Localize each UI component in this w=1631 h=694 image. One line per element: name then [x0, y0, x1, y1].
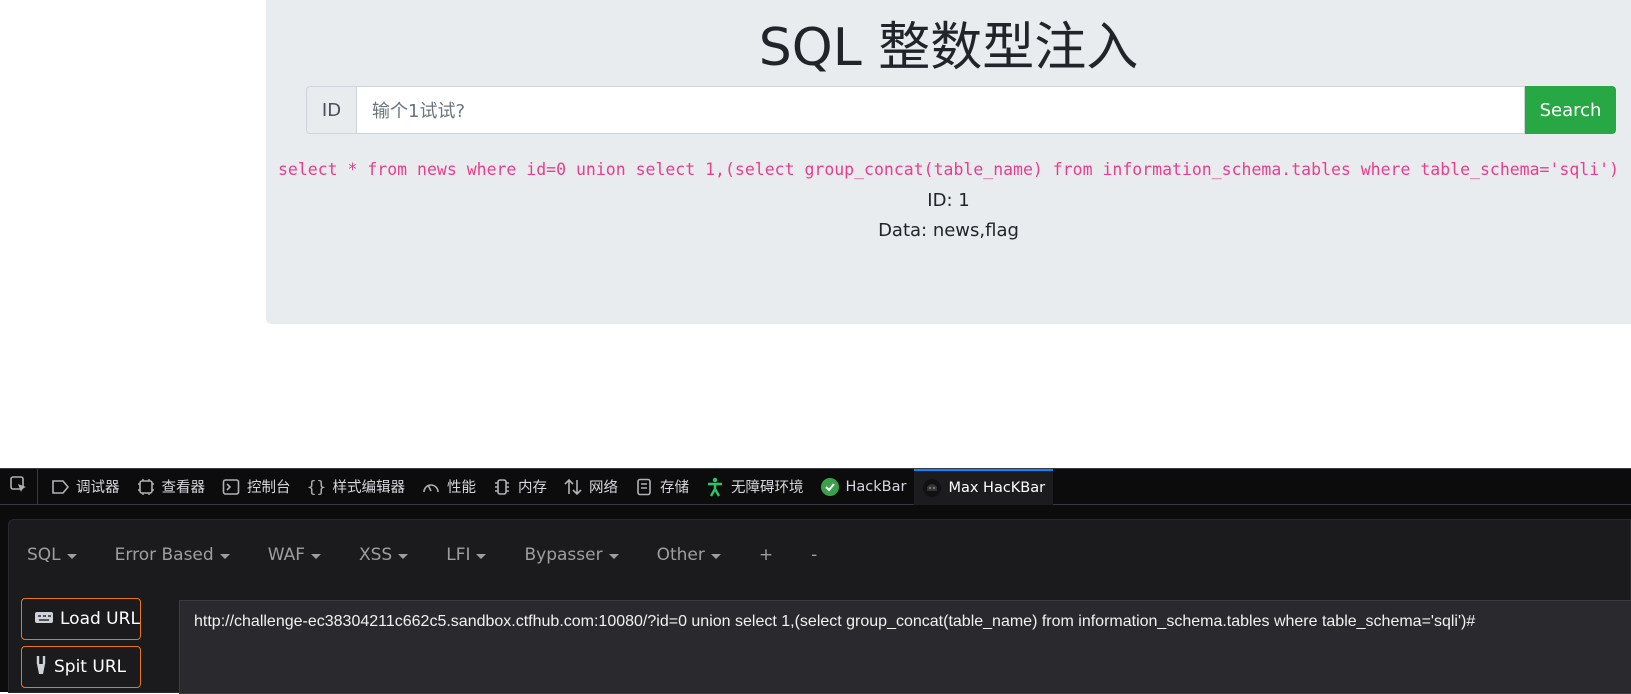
tab-accessibility[interactable]: 无障碍环境 — [697, 469, 812, 505]
hackbar-icon — [820, 477, 840, 497]
menu-sql[interactable]: SQL — [27, 545, 77, 565]
menu-minus[interactable]: - — [811, 545, 817, 565]
tab-label: 内存 — [518, 480, 547, 496]
tab-label: 调试器 — [76, 480, 120, 496]
menu-bypasser[interactable]: Bypasser — [524, 545, 619, 565]
chevron-down-icon — [710, 553, 721, 559]
menu-waf[interactable]: WAF — [268, 545, 321, 565]
tab-label: 性能 — [447, 480, 476, 496]
performance-icon — [421, 477, 441, 497]
tab-network[interactable]: 网络 — [555, 469, 626, 505]
tab-label: 控制台 — [247, 480, 291, 496]
tab-inspector[interactable]: 查看器 — [128, 469, 214, 505]
search-button[interactable]: Search — [1525, 86, 1616, 134]
console-icon — [221, 477, 241, 497]
tab-memory[interactable]: 内存 — [484, 469, 555, 505]
element-picker-button[interactable] — [0, 468, 38, 505]
network-icon — [563, 477, 583, 497]
search-input-group: ID 输个1试试? Search — [306, 86, 1616, 134]
load-url-label: Load URL — [60, 609, 140, 629]
hackbar-panel: SQL Error Based WAF XSS LFI Bypasser Oth… — [8, 519, 1631, 694]
split-url-label: Spit URL — [54, 657, 127, 677]
devtools-tab-bar: 调试器 查看器 控制台 {} 样式编辑器 性能 内存 网络 存储 无障碍环境 H… — [0, 468, 1631, 505]
id-input[interactable]: 输个1试试? — [356, 86, 1525, 134]
chevron-down-icon — [310, 553, 321, 559]
page-title: SQL 整数型注入 — [758, 18, 1139, 78]
tab-style-editor[interactable]: {} 样式编辑器 — [299, 469, 414, 505]
tab-debugger[interactable]: 调试器 — [42, 469, 128, 505]
chevron-down-icon — [476, 553, 487, 559]
tab-hackbar[interactable]: HackBar — [812, 469, 915, 505]
menu-error-based[interactable]: Error Based — [115, 545, 230, 565]
debugger-icon — [50, 477, 70, 497]
menu-xss[interactable]: XSS — [359, 545, 409, 565]
tab-label: Max HacKBar — [948, 479, 1046, 496]
chevron-down-icon — [219, 553, 230, 559]
tab-label: 样式编辑器 — [332, 480, 406, 496]
memory-icon — [492, 477, 512, 497]
storage-icon — [634, 477, 654, 497]
style-editor-icon: {} — [306, 477, 327, 496]
tab-console[interactable]: 控制台 — [213, 469, 299, 505]
tab-label: 存储 — [660, 480, 689, 496]
accessibility-icon — [705, 477, 725, 497]
id-prefix-label: ID — [306, 86, 356, 134]
web-page: SQL 整数型注入 ID 输个1试试? Search select * from… — [0, 0, 1631, 468]
jumbotron: SQL 整数型注入 ID 输个1试试? Search select * from… — [266, 0, 1631, 324]
chevron-down-icon — [398, 553, 409, 559]
hackbar-menu: SQL Error Based WAF XSS LFI Bypasser Oth… — [9, 520, 1630, 590]
url-textarea[interactable]: http://challenge-ec38304211c662c5.sandbo… — [179, 600, 1631, 694]
load-url-button[interactable]: Load URL — [21, 598, 141, 640]
tab-performance[interactable]: 性能 — [413, 469, 484, 505]
tab-label: HackBar — [845, 478, 907, 495]
load-url-icon — [34, 609, 54, 630]
tab-label: 无障碍环境 — [731, 480, 804, 496]
result-id: ID: 1 — [927, 190, 970, 211]
result-data: Data: news,flag — [878, 220, 1019, 241]
menu-lfi[interactable]: LFI — [446, 545, 487, 565]
max-hackbar-icon — [922, 478, 942, 498]
split-url-button[interactable]: Spit URL — [21, 646, 141, 688]
chevron-down-icon — [608, 553, 619, 559]
devtools-panel: 调试器 查看器 控制台 {} 样式编辑器 性能 内存 网络 存储 无障碍环境 H… — [0, 468, 1631, 694]
sql-query-text: select * from news where id=0 union sele… — [277, 160, 1620, 179]
tab-storage[interactable]: 存储 — [626, 469, 697, 505]
menu-other[interactable]: Other — [657, 545, 721, 565]
menu-plus[interactable]: + — [759, 545, 773, 565]
chevron-down-icon — [66, 553, 77, 559]
element-picker-icon — [9, 475, 29, 499]
inspector-icon — [136, 477, 156, 497]
tab-label: 查看器 — [161, 480, 206, 496]
tab-max-hackbar[interactable]: Max HacKBar — [914, 468, 1054, 505]
split-url-icon — [34, 655, 48, 680]
tab-label: 网络 — [589, 480, 618, 496]
